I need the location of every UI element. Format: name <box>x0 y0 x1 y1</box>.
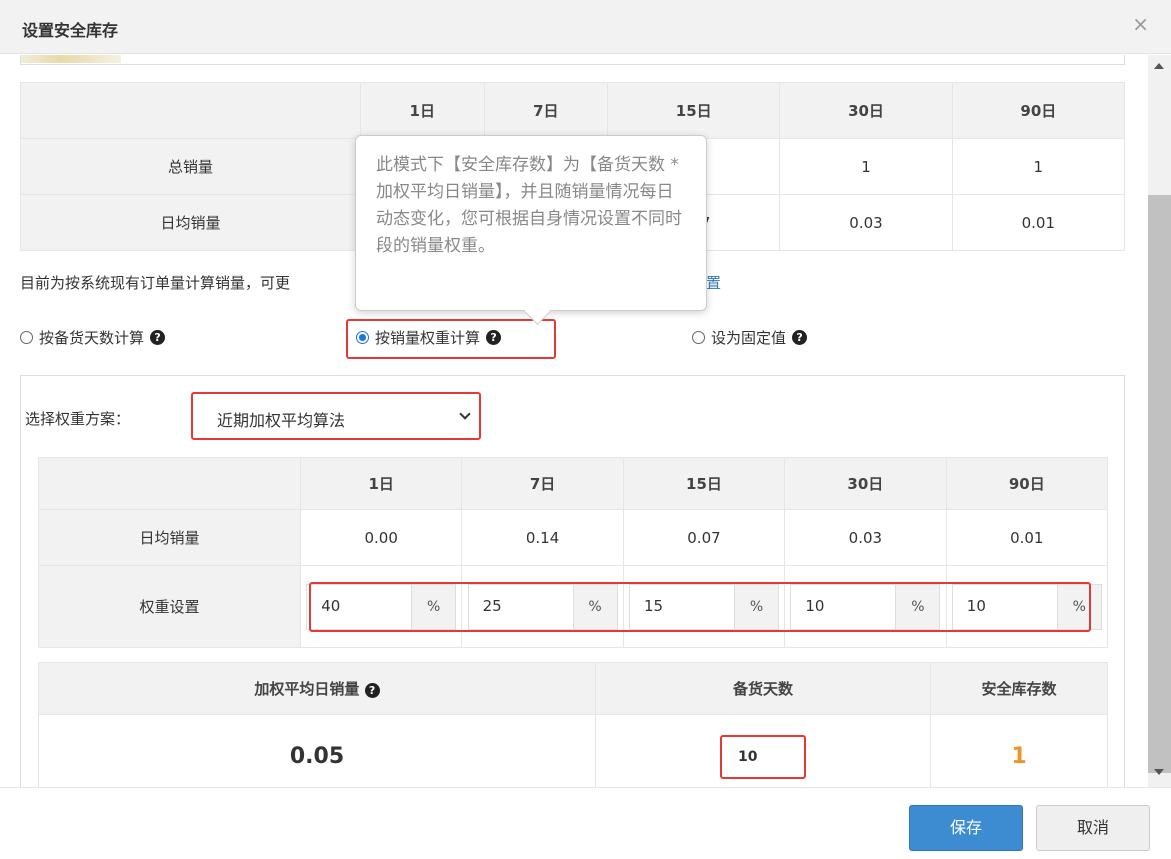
save-button[interactable]: 保存 <box>909 805 1023 851</box>
vertical-scrollbar[interactable] <box>1148 55 1171 787</box>
table-header-cell: 90日 <box>951 82 1126 139</box>
product-image <box>21 55 121 63</box>
result-table: 加权平均日销量 ? 备货天数 安全库存数 0.05 10 1 <box>38 662 1108 787</box>
calculation-note: 目前为按系统现有订单量计算销量，可更 置 <box>20 272 721 293</box>
table-cell: 0.07 <box>622 509 786 566</box>
scrollbar-thumb[interactable] <box>1148 195 1171 773</box>
table-cell: 0.14 <box>461 509 624 566</box>
radio-fixed-value[interactable]: 设为固定值 ? <box>692 327 808 348</box>
radio-label: 按销量权重计算 <box>375 329 481 347</box>
stock-days-header: 备货天数 <box>595 662 931 715</box>
row-label: 日均销量 <box>20 194 361 251</box>
safety-stock-dialog: 设置安全库存 × 1日 7日 15日 30日 90日 总销量 1 1 1 <box>0 0 1171 859</box>
cancel-button[interactable]: 取消 <box>1036 805 1150 851</box>
table-cell: 0.01 <box>951 194 1126 251</box>
table-header-cell: 7日 <box>483 82 609 139</box>
stock-days-cell: 10 <box>595 714 931 787</box>
dialog-title: 设置安全库存 <box>22 21 119 40</box>
safety-stock-value: 1 <box>930 714 1108 787</box>
mode-radio-group: 按备货天数计算 ? 按销量权重计算 ? 设为固定值 ? <box>20 319 1120 359</box>
help-icon[interactable]: ? <box>486 330 502 345</box>
row-label: 权重设置 <box>38 565 301 648</box>
stock-days-input[interactable]: 10 <box>720 734 806 779</box>
table-cell: 1 <box>779 138 953 195</box>
help-icon[interactable]: ? <box>792 330 808 345</box>
note-text: 目前为按系统现有订单量计算销量，可更 <box>20 274 291 292</box>
table-cell: 0.03 <box>784 509 947 566</box>
chevron-down-icon <box>459 408 471 420</box>
table-header-cell: 30日 <box>784 457 947 510</box>
table-cell: 0.00 <box>299 509 463 566</box>
table-header-cell <box>20 82 361 139</box>
help-icon[interactable]: ? <box>364 683 380 698</box>
scroll-up-icon[interactable] <box>1154 63 1164 69</box>
radio-circle[interactable] <box>356 331 369 344</box>
row-label: 日均销量 <box>38 509 301 566</box>
table-header-cell <box>38 457 301 510</box>
dialog-footer: 保存 取消 <box>0 787 1171 859</box>
weight-settings-panel: 选择权重方案： 近期加权平均算法 1日 7日 15日 30日 90日 日均销量 … <box>20 375 1125 787</box>
mode-help-tooltip: 此模式下【安全库存数】为【备货天数 * 加权平均日销量】，并且随销量情况每日动态… <box>355 135 707 311</box>
radio-sales-weight[interactable]: 按销量权重计算 ? <box>356 327 502 348</box>
scroll-down-icon[interactable] <box>1154 769 1164 775</box>
product-info-box <box>20 55 1125 65</box>
table-row: 0.05 10 1 <box>38 714 1108 787</box>
help-icon[interactable]: ? <box>150 330 166 345</box>
table-header-cell: 15日 <box>622 457 786 510</box>
note-settings-link[interactable]: 置 <box>706 272 721 293</box>
table-header-cell: 1日 <box>360 82 485 139</box>
weighted-average-value: 0.05 <box>38 714 596 787</box>
scheme-label: 选择权重方案： <box>25 410 131 428</box>
close-icon[interactable]: × <box>1132 12 1149 36</box>
scheme-select[interactable]: 近期加权平均算法 <box>191 392 481 440</box>
radio-circle[interactable] <box>20 331 33 344</box>
table-cell: 0.01 <box>945 509 1109 566</box>
radio-circle[interactable] <box>692 331 705 344</box>
weighted-average-header: 加权平均日销量 ? <box>38 662 596 715</box>
radio-label: 设为固定值 <box>711 329 787 347</box>
table-row: 日均销量 0.00 0.14 0.07 0.03 0.01 <box>38 509 1109 566</box>
safety-stock-header: 安全库存数 <box>930 662 1108 715</box>
table-header-cell: 1日 <box>299 457 463 510</box>
radio-label: 按备货天数计算 <box>39 329 145 347</box>
table-header-cell: 90日 <box>945 457 1109 510</box>
header-label: 加权平均日销量 <box>254 680 360 698</box>
radio-stock-days[interactable]: 按备货天数计算 ? <box>20 327 166 348</box>
dialog-header: 设置安全库存 × <box>0 0 1171 54</box>
table-header-cell: 30日 <box>779 82 953 139</box>
table-cell: 1 <box>951 138 1126 195</box>
table-header-cell: 15日 <box>607 82 781 139</box>
table-cell: 0.03 <box>779 194 953 251</box>
table-header-cell: 7日 <box>461 457 624 510</box>
highlight-box <box>309 582 1091 632</box>
row-label: 总销量 <box>20 138 361 195</box>
scheme-selected-value: 近期加权平均算法 <box>217 411 346 430</box>
